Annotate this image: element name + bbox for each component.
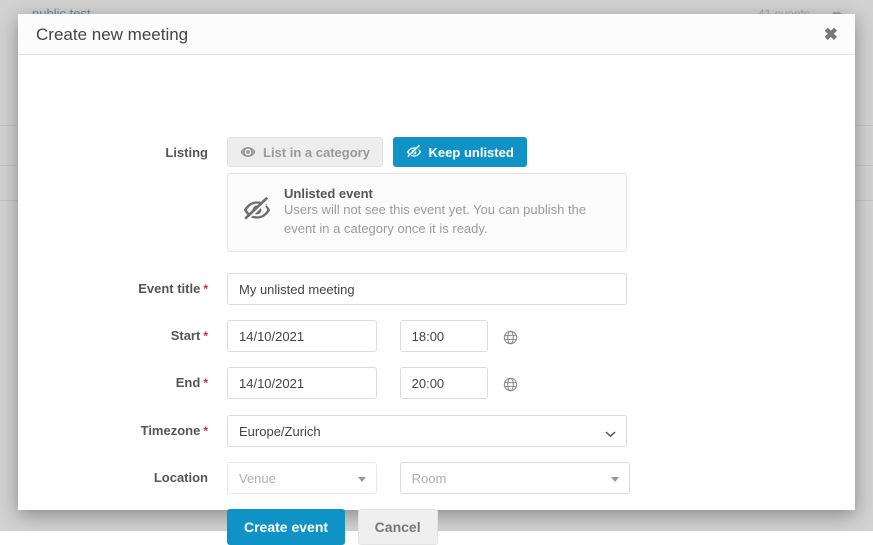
notice-text: Unlisted event Users will not see this e…: [284, 186, 612, 239]
event-title-label: Event title *: [18, 281, 208, 296]
notice-description: Users will not see this event yet. You c…: [284, 202, 587, 236]
form-row-start: Start *: [18, 320, 855, 354]
timezone-label-text: Timezone: [140, 423, 201, 438]
room-dropdown[interactable]: Room: [399, 462, 630, 494]
form-row-listing: Listing List in a category Keep unlisted: [18, 137, 855, 171]
keep-unlisted-button[interactable]: Keep unlisted: [392, 137, 527, 167]
end-date-input[interactable]: [227, 367, 377, 399]
timezone-select-wrap: Europe/Zurich: [227, 415, 627, 447]
globe-icon[interactable]: [503, 330, 518, 345]
end-time-input[interactable]: [399, 367, 488, 399]
modal-header: Create new meeting ✖: [18, 14, 855, 55]
required-marker: *: [203, 424, 208, 438]
form-row-timezone: Timezone * Europe/Zurich: [18, 415, 855, 449]
list-in-category-label: List in a category: [263, 144, 370, 160]
caret-down-icon: [358, 477, 366, 482]
modal-actions: Create event Cancel: [227, 509, 438, 545]
eye-slash-icon: [406, 144, 422, 160]
location-field-area: Venue Room: [227, 462, 630, 494]
venue-placeholder: Venue: [239, 471, 276, 486]
listing-toggle-group: List in a category Keep unlisted: [227, 137, 527, 167]
eye-slash-icon: [242, 195, 272, 225]
room-placeholder: Room: [411, 471, 447, 486]
start-time-input[interactable]: [399, 320, 488, 352]
create-event-button[interactable]: Create event: [227, 509, 346, 545]
timezone-select[interactable]: Europe/Zurich: [227, 415, 627, 447]
event-title-input[interactable]: [227, 273, 627, 305]
cancel-button[interactable]: Cancel: [357, 509, 438, 545]
form-row-actions: Create event Cancel: [18, 509, 855, 545]
form-row-end: End *: [18, 367, 855, 401]
modal-title: Create new meeting: [36, 25, 189, 44]
form-row-event-title: Event title *: [18, 273, 855, 307]
required-marker: *: [203, 329, 208, 343]
notice-title: Unlisted event: [284, 186, 373, 201]
end-label-text: End: [175, 375, 201, 390]
create-meeting-modal: Create new meeting ✖ Listing List in a c…: [18, 14, 855, 545]
modal-body: Listing List in a category Keep unlisted…: [18, 55, 855, 545]
eye-icon: [240, 144, 256, 160]
caret-down-icon: [610, 477, 619, 482]
start-date-input[interactable]: [227, 320, 377, 352]
end-label: End *: [18, 375, 208, 390]
start-field-area: [227, 320, 518, 352]
event-title-field-area: [227, 273, 627, 305]
form-row-location: Location Venue Room: [18, 462, 855, 496]
location-label: Location: [153, 470, 208, 485]
event-title-label-text: Event title: [138, 281, 201, 296]
globe-icon[interactable]: [503, 377, 518, 392]
venue-dropdown[interactable]: Venue: [227, 462, 377, 494]
close-icon[interactable]: ✖: [819, 23, 843, 46]
unlisted-event-notice: Unlisted event Users will not see this e…: [227, 173, 627, 252]
listing-label: Listing: [165, 145, 208, 160]
required-marker: *: [203, 376, 208, 390]
list-in-category-button[interactable]: List in a category: [227, 137, 383, 167]
start-label-text: Start: [170, 328, 201, 343]
timezone-label: Timezone *: [18, 423, 208, 438]
start-label: Start *: [18, 328, 208, 343]
required-marker: *: [203, 282, 208, 296]
timezone-field-area: Europe/Zurich: [227, 415, 627, 447]
keep-unlisted-label: Keep unlisted: [428, 144, 514, 160]
end-field-area: [227, 367, 518, 399]
